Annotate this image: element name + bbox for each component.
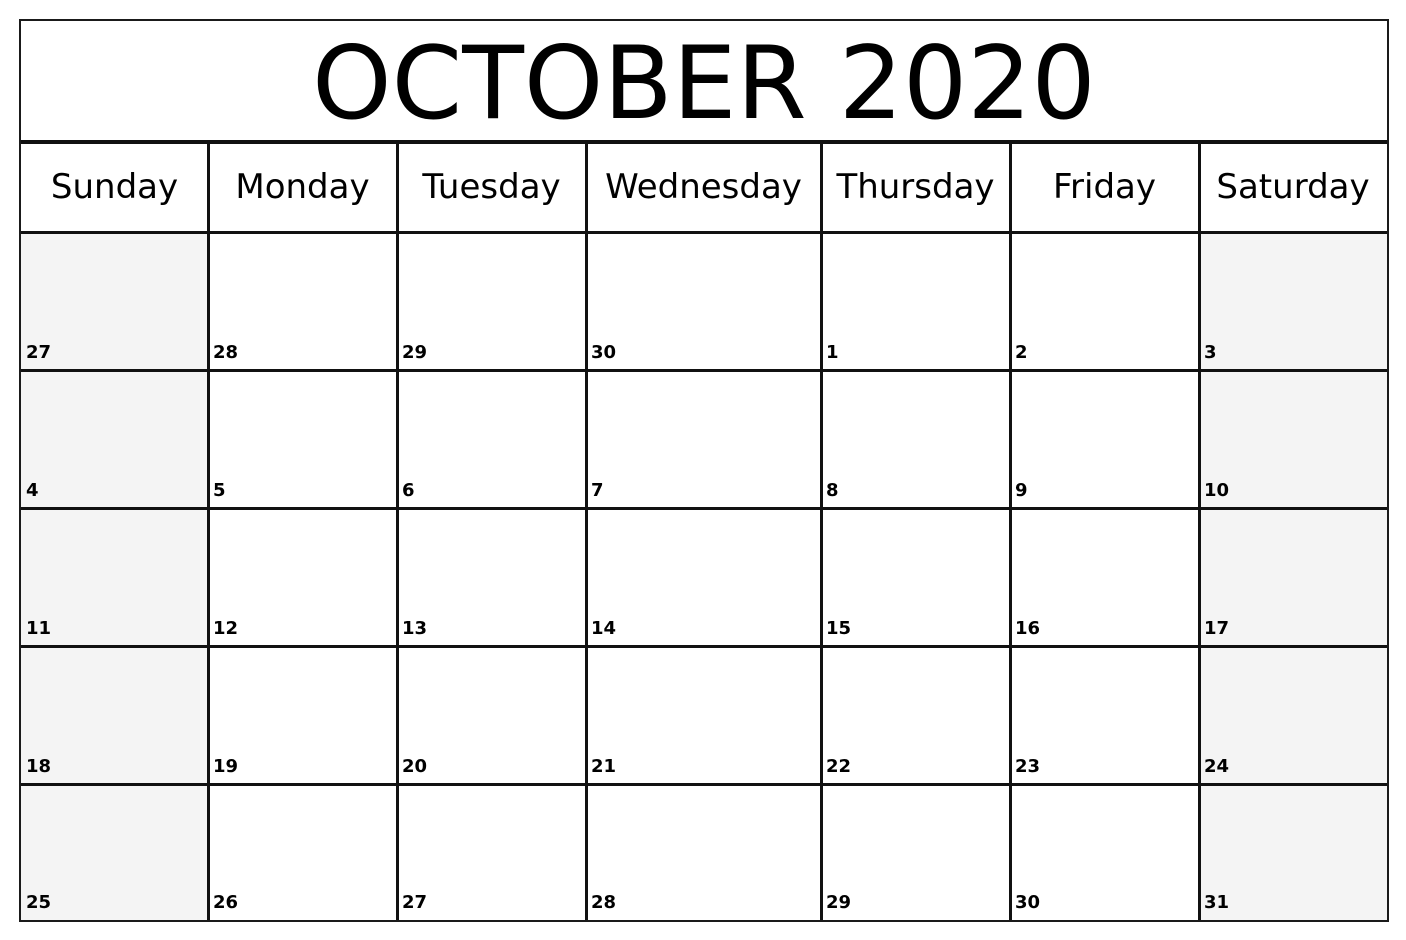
weekday-label: Tuesday (422, 167, 561, 207)
row-divider (21, 141, 1387, 144)
day-number: 27 (26, 342, 52, 363)
day-cell[interactable]: 30 (586, 232, 821, 370)
day-number: 11 (26, 618, 52, 639)
column-divider (1198, 142, 1201, 920)
weekday-label: Friday (1052, 167, 1157, 207)
weekday-header-friday: Friday (1010, 142, 1199, 232)
day-cell[interactable]: 2 (1010, 232, 1199, 370)
day-cell[interactable]: 23 (1010, 646, 1199, 784)
day-number: 17 (1204, 618, 1230, 639)
day-number: 12 (213, 618, 239, 639)
day-cell[interactable]: 16 (1010, 508, 1199, 646)
day-number: 29 (826, 892, 852, 913)
weekday-label: Sunday (50, 167, 179, 207)
day-cell[interactable]: 14 (586, 508, 821, 646)
day-cell[interactable]: 8 (821, 370, 1010, 508)
day-number: 24 (1204, 756, 1230, 777)
day-cell[interactable]: 9 (1010, 370, 1199, 508)
day-number: 15 (826, 618, 852, 639)
day-cell[interactable]: 15 (821, 508, 1010, 646)
day-number: 13 (402, 618, 428, 639)
row-divider (21, 507, 1387, 510)
day-cell[interactable]: 29 (397, 232, 586, 370)
day-number: 10 (1204, 480, 1230, 501)
day-number: 25 (26, 892, 52, 913)
day-number: 26 (213, 892, 239, 913)
day-cell[interactable]: 17 (1199, 508, 1387, 646)
day-cell[interactable]: 1 (821, 232, 1010, 370)
calendar: OCTOBER 2020 Sunday Monday Tuesday Wednesda… (19, 19, 1389, 922)
day-cell[interactable]: 28 (586, 784, 821, 920)
day-cell[interactable]: 18 (21, 646, 208, 784)
calendar-grid: Sunday Monday Tuesday Wednesday Thursday Frid… (21, 21, 1387, 920)
day-cell[interactable]: 12 (208, 508, 397, 646)
day-cell[interactable]: 26 (208, 784, 397, 920)
day-cell[interactable]: 7 (586, 370, 821, 508)
weekday-label: Thursday (836, 167, 995, 207)
day-number: 22 (826, 756, 852, 777)
day-cell[interactable]: 31 (1199, 784, 1387, 920)
day-cell[interactable]: 25 (21, 784, 208, 920)
day-cell[interactable]: 29 (821, 784, 1010, 920)
day-number: 28 (213, 342, 239, 363)
day-number: 5 (213, 480, 226, 501)
day-number: 16 (1015, 618, 1041, 639)
day-number: 18 (26, 756, 52, 777)
day-cell[interactable]: 6 (397, 370, 586, 508)
weekday-header-tuesday: Tuesday (397, 142, 586, 232)
day-cell[interactable]: 20 (397, 646, 586, 784)
day-number: 14 (591, 618, 617, 639)
weekday-label: Monday (235, 167, 370, 207)
row-divider (21, 369, 1387, 372)
row-divider (21, 231, 1387, 234)
day-number: 29 (402, 342, 428, 363)
column-divider (1009, 142, 1012, 920)
weekday-label: Saturday (1216, 167, 1370, 207)
day-cell[interactable]: 27 (21, 232, 208, 370)
column-divider (207, 142, 210, 920)
day-cell[interactable]: 4 (21, 370, 208, 508)
day-cell[interactable]: 3 (1199, 232, 1387, 370)
day-number: 2 (1015, 342, 1028, 363)
day-number: 8 (826, 480, 839, 501)
day-cell[interactable]: 22 (821, 646, 1010, 784)
day-number: 30 (1015, 892, 1041, 913)
day-number: 27 (402, 892, 428, 913)
day-number: 30 (591, 342, 617, 363)
day-number: 1 (826, 342, 839, 363)
column-divider (585, 142, 588, 920)
day-number: 4 (26, 480, 39, 501)
weekday-header-monday: Monday (208, 142, 397, 232)
day-cell[interactable]: 19 (208, 646, 397, 784)
weekday-header-saturday: Saturday (1199, 142, 1387, 232)
day-number: 7 (591, 480, 604, 501)
weekday-label: Wednesday (605, 167, 802, 207)
day-cell[interactable]: 30 (1010, 784, 1199, 920)
row-divider (21, 783, 1387, 786)
day-number: 31 (1204, 892, 1230, 913)
day-cell[interactable]: 11 (21, 508, 208, 646)
day-number: 21 (591, 756, 617, 777)
day-number: 28 (591, 892, 617, 913)
day-number: 9 (1015, 480, 1028, 501)
day-number: 20 (402, 756, 428, 777)
day-cell[interactable]: 28 (208, 232, 397, 370)
day-number: 19 (213, 756, 239, 777)
day-number: 3 (1204, 342, 1217, 363)
day-cell[interactable]: 21 (586, 646, 821, 784)
day-number: 6 (402, 480, 415, 501)
row-divider (21, 645, 1387, 648)
day-cell[interactable]: 13 (397, 508, 586, 646)
weekday-header-sunday: Sunday (21, 142, 208, 232)
column-divider (396, 142, 399, 920)
column-divider (820, 142, 823, 920)
day-number: 23 (1015, 756, 1041, 777)
weekday-header-wednesday: Wednesday (586, 142, 821, 232)
day-cell[interactable]: 5 (208, 370, 397, 508)
day-cell[interactable]: 24 (1199, 646, 1387, 784)
weekday-header-thursday: Thursday (821, 142, 1010, 232)
day-cell[interactable]: 10 (1199, 370, 1387, 508)
day-cell[interactable]: 27 (397, 784, 586, 920)
